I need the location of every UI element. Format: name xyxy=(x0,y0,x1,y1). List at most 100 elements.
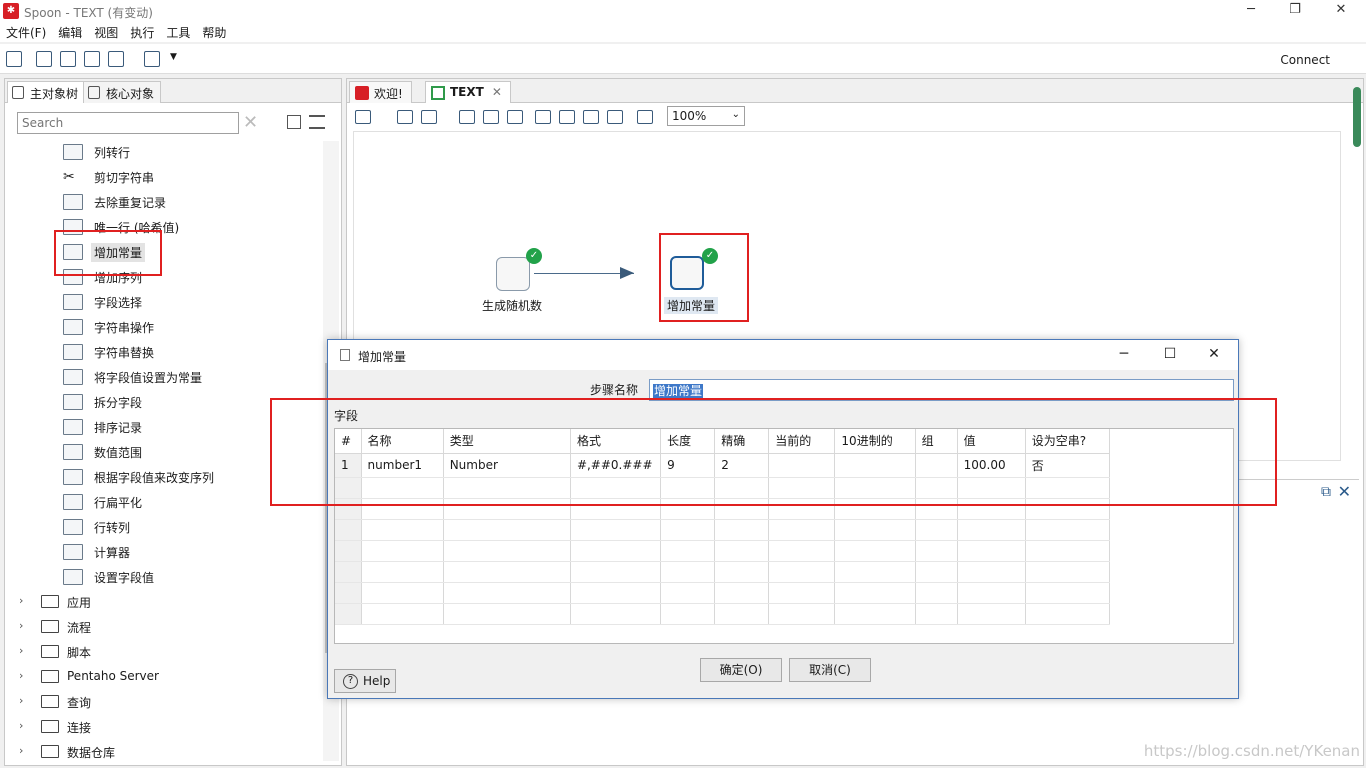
close-icon[interactable]: ✕ xyxy=(1318,2,1364,17)
tab-text[interactable]: TEXT ✕ xyxy=(425,81,511,103)
watermark: https://blog.csdn.net/YKenan xyxy=(1143,742,1360,760)
menu-run[interactable]: 执行 xyxy=(124,22,160,43)
menu-bar: 文件(F) 编辑 视图 执行 工具 帮助 xyxy=(0,22,1366,42)
help-icon: ? xyxy=(343,674,358,689)
restore-icon[interactable]: ❐ xyxy=(1272,2,1318,17)
save-as-icon[interactable] xyxy=(108,51,124,67)
chevron-right-icon: › xyxy=(19,594,24,607)
tab-main-tree[interactable]: 主对象树 xyxy=(7,81,86,103)
layers-dropdown-icon[interactable]: ▼ xyxy=(170,52,177,62)
calculator-icon xyxy=(63,544,83,560)
minimize-icon[interactable]: ─ xyxy=(1104,346,1144,362)
scissors-icon: ✂ xyxy=(63,169,75,185)
cancel-button[interactable]: 取消(C) xyxy=(789,658,871,682)
close-panel-icon[interactable]: ✕ xyxy=(1338,482,1351,501)
menu-edit[interactable]: 编辑 xyxy=(52,22,88,43)
ok-button[interactable]: 确定(O) xyxy=(700,658,782,682)
debug-icon[interactable] xyxy=(483,110,499,124)
collapse-tree-icon[interactable] xyxy=(309,115,325,129)
expand-tree-icon[interactable] xyxy=(287,115,301,129)
spoon-icon xyxy=(355,86,369,100)
main-toolbar: ▼ Connect xyxy=(0,44,1366,74)
pause-icon[interactable] xyxy=(397,110,413,124)
step-generate-random[interactable] xyxy=(496,257,530,291)
menu-tools[interactable]: 工具 xyxy=(160,22,196,43)
tree-icon xyxy=(12,86,24,99)
zoom-select[interactable]: 100% ⌄ xyxy=(667,106,745,126)
replay-icon[interactable] xyxy=(507,110,523,124)
new-file-icon[interactable] xyxy=(6,51,22,67)
folder-icon xyxy=(41,595,59,608)
add-constants-dialog: 增加常量 ─ ☐ ✕ 步骤名称 增加常量 字段 # 名称 类型 格式 长度 精确… xyxy=(327,339,1239,699)
maximize-icon[interactable]: ☐ xyxy=(1150,346,1190,362)
explore-db-icon[interactable] xyxy=(607,110,623,124)
run-icon[interactable] xyxy=(355,110,371,124)
folder-icon xyxy=(41,620,59,633)
search-input[interactable] xyxy=(17,112,239,134)
transformation-icon xyxy=(431,86,445,100)
close-tab-icon[interactable]: ✕ xyxy=(492,85,502,99)
open-folder-icon[interactable] xyxy=(36,51,52,67)
step-icon xyxy=(63,419,83,435)
step-label: 生成随机数 xyxy=(482,299,543,313)
hop-line[interactable] xyxy=(534,273,634,274)
table-row[interactable] xyxy=(335,519,1111,541)
show-results-icon[interactable] xyxy=(637,110,653,124)
table-row[interactable] xyxy=(335,540,1111,562)
close-icon[interactable]: ✕ xyxy=(1194,346,1234,362)
canvas-toolbar: 100% ⌄ xyxy=(351,105,1361,129)
folder-icon xyxy=(41,695,59,708)
spoon-app-icon: ✱ xyxy=(3,3,19,19)
maximize-panel-icon[interactable]: ⧉ xyxy=(1321,484,1331,500)
title-bar: ✱ Spoon - TEXT (有变动) ─ ❐ ✕ xyxy=(0,0,1366,22)
folder-icon xyxy=(41,745,59,758)
table-row[interactable] xyxy=(335,582,1111,604)
connect-button[interactable]: Connect xyxy=(1280,53,1330,67)
menu-view[interactable]: 视图 xyxy=(88,22,124,43)
menu-file[interactable]: 文件(F) xyxy=(0,22,52,43)
step-icon xyxy=(63,444,83,460)
tab-core-objects[interactable]: 核心对象 xyxy=(83,81,162,103)
stop-icon[interactable] xyxy=(421,110,437,124)
left-tabs: 主对象树 核心对象 xyxy=(5,79,341,103)
chevron-down-icon: ⌄ xyxy=(731,109,740,120)
save-icon[interactable] xyxy=(84,51,100,67)
right-scrollbar[interactable] xyxy=(1353,87,1361,147)
verify-icon[interactable] xyxy=(535,110,551,124)
folder-icon xyxy=(41,670,59,683)
chevron-right-icon: › xyxy=(19,719,24,732)
pencil-icon xyxy=(88,86,100,99)
step-name-label: 步骤名称 xyxy=(590,383,639,397)
tab-welcome[interactable]: 欢迎! xyxy=(349,81,412,103)
chevron-right-icon: › xyxy=(19,644,24,657)
highlight-box xyxy=(659,233,749,322)
step-icon xyxy=(63,369,83,385)
step-icon xyxy=(63,144,83,160)
folder-icon xyxy=(41,720,59,733)
clear-search-icon[interactable]: ✕ xyxy=(243,112,258,133)
chevron-right-icon: › xyxy=(19,669,24,682)
highlight-box xyxy=(270,398,1277,506)
explore-icon[interactable] xyxy=(60,51,76,67)
editor-tabs: 欢迎! TEXT ✕ xyxy=(347,79,1363,103)
step-icon xyxy=(63,319,83,335)
table-row[interactable] xyxy=(335,561,1111,583)
menu-help[interactable]: 帮助 xyxy=(196,22,232,43)
preview-icon[interactable] xyxy=(459,110,475,124)
dialog-title-bar: 增加常量 ─ ☐ ✕ xyxy=(328,340,1238,370)
chevron-right-icon: › xyxy=(19,744,24,757)
folder-icon xyxy=(41,645,59,658)
table-row[interactable] xyxy=(335,603,1111,625)
chevron-right-icon: › xyxy=(19,694,24,707)
step-icon xyxy=(63,469,83,485)
step-icon xyxy=(63,519,83,535)
minimize-icon[interactable]: ─ xyxy=(1228,2,1274,17)
sql-icon[interactable] xyxy=(583,110,599,124)
chevron-right-icon: › xyxy=(19,619,24,632)
step-icon xyxy=(63,494,83,510)
step-icon xyxy=(63,394,83,410)
help-button[interactable]: ? Help xyxy=(334,669,396,693)
layers-icon[interactable] xyxy=(144,51,160,67)
impact-icon[interactable] xyxy=(559,110,575,124)
step-icon xyxy=(63,569,83,585)
